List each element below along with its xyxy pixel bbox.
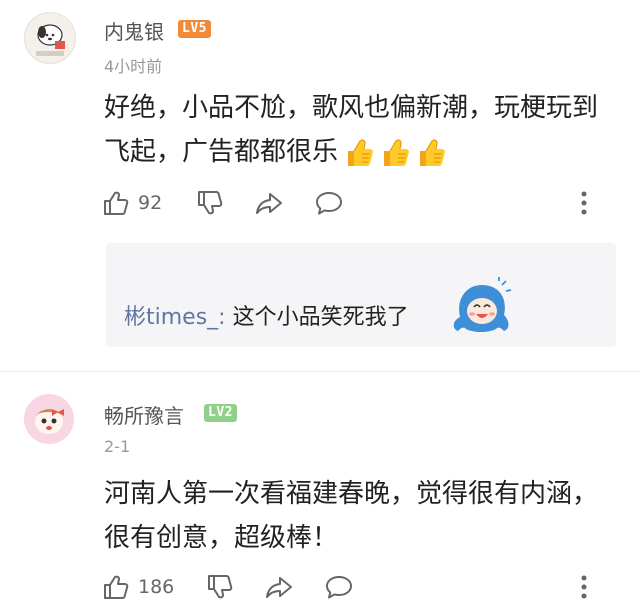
- thumbs-up-emoji: [416, 137, 446, 169]
- share-button[interactable]: [254, 187, 284, 219]
- like-button[interactable]: 186: [102, 571, 174, 603]
- username[interactable]: 畅所豫言: [104, 400, 184, 429]
- timestamp: 4小时前: [104, 57, 163, 76]
- thumb-down-outline-icon: [196, 189, 224, 217]
- comment-text: 好绝，小品不尬，歌风也偏新潮，玩梗玩到 飞起，广告都都很乐: [104, 86, 634, 174]
- reply-separator: :: [218, 305, 226, 330]
- avatar-dog-image: [36, 24, 65, 56]
- more-button[interactable]: [580, 187, 588, 219]
- dislike-button[interactable]: [206, 571, 234, 603]
- dislike-button[interactable]: [196, 187, 224, 219]
- level-badge: LV2: [204, 404, 237, 422]
- comment-text-line: 飞起，广告都都很乐: [104, 130, 634, 174]
- laughing-character-sticker: [453, 277, 512, 332]
- comment-text-line-2: 很有创意，超级棒！: [104, 523, 339, 553]
- thumb-down-outline-icon: [206, 573, 234, 601]
- share-arrow-icon: [254, 189, 284, 217]
- thumbs-up-emoji: [344, 137, 374, 169]
- username[interactable]: 内鬼银: [104, 16, 164, 45]
- more-button[interactable]: [580, 571, 588, 603]
- reply-line: 彬times_: 这个小品笑死我了: [124, 299, 409, 331]
- reply-preview[interactable]: 彬times_: 这个小品笑死我了: [106, 243, 616, 347]
- timestamp: 2-1: [104, 437, 131, 456]
- comment-text-line: 好绝，小品不尬，歌风也偏新潮，玩梗玩到: [104, 93, 599, 123]
- user-avatar[interactable]: [24, 12, 76, 64]
- comment-actions: 92: [102, 187, 612, 219]
- thumb-up-outline-icon: [102, 573, 130, 601]
- reply-button[interactable]: [324, 571, 354, 603]
- comment-actions: 186: [102, 571, 612, 603]
- avatar-peko-image: [24, 394, 74, 444]
- emoji-group: [344, 137, 446, 169]
- user-avatar[interactable]: [24, 394, 74, 444]
- share-arrow-icon: [264, 573, 294, 601]
- like-count: 92: [138, 192, 163, 214]
- thumbs-up-emoji: [380, 137, 410, 169]
- comment-text-line: 河南人第一次看福建春晚，觉得很有内涵，: [104, 479, 599, 509]
- comment-text: 河南人第一次看福建春晚，觉得很有内涵， 很有创意，超级棒！: [104, 472, 634, 560]
- like-button[interactable]: 92: [102, 187, 162, 219]
- reply-button[interactable]: [314, 187, 344, 219]
- comment-text-line-2: 飞起，广告都都很乐: [104, 137, 339, 167]
- reply-text: 这个小品笑死我了: [232, 305, 409, 330]
- comment-bubble-icon: [314, 189, 344, 217]
- more-vertical-icon: [580, 573, 588, 601]
- more-vertical-icon: [580, 189, 588, 217]
- comment-divider: [0, 371, 640, 372]
- thumb-up-outline-icon: [102, 189, 130, 217]
- reply-username[interactable]: 彬times_: [124, 305, 218, 330]
- level-badge: LV5: [178, 20, 211, 38]
- like-count: 186: [138, 576, 175, 598]
- comment-bubble-icon: [324, 573, 354, 601]
- share-button[interactable]: [264, 571, 294, 603]
